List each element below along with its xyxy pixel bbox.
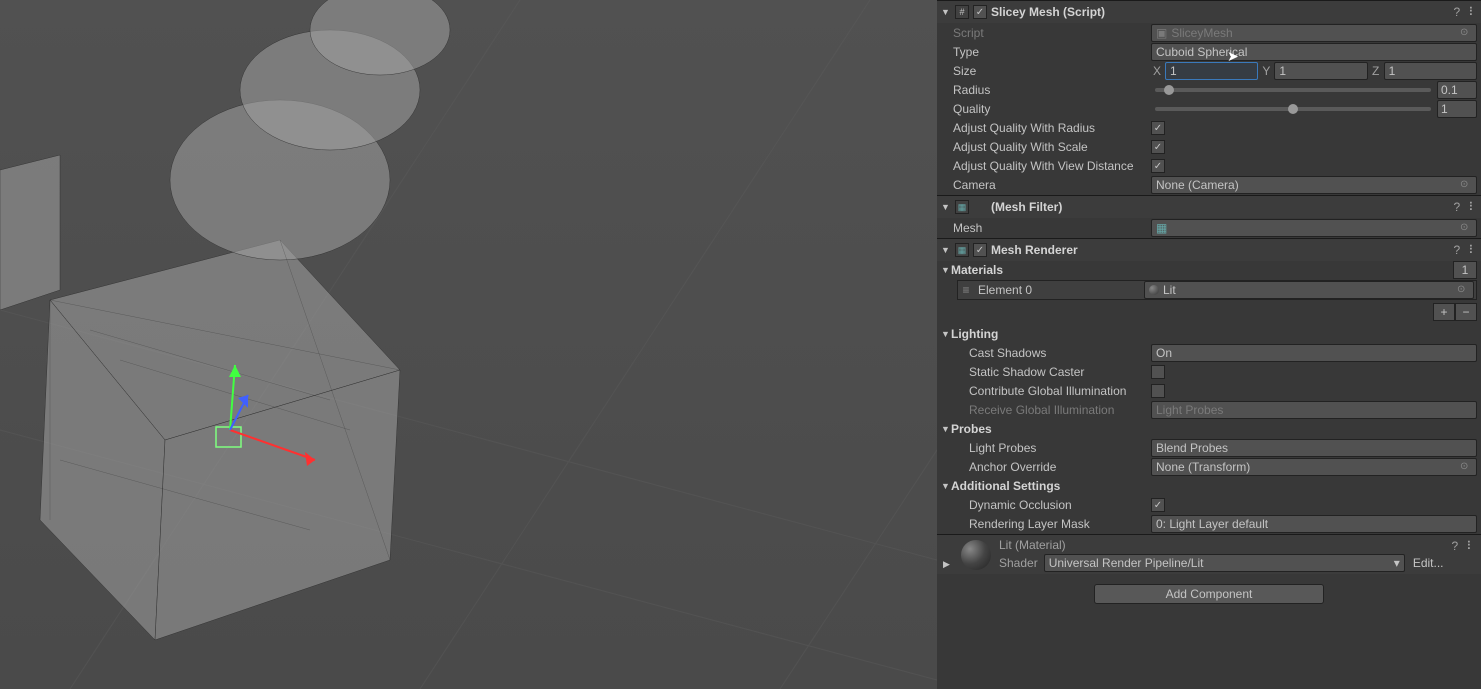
- size-z-field[interactable]: 1: [1384, 62, 1477, 80]
- object-picker-icon[interactable]: ⊙: [1460, 461, 1474, 475]
- anchor-label[interactable]: Anchor Override: [951, 460, 1151, 474]
- help-icon[interactable]: ?: [1454, 200, 1461, 214]
- script-label: Script: [951, 26, 1151, 40]
- material-header: ▶ Lit (Material) Shader Universal Render…: [937, 534, 1481, 574]
- component-title: Slicey Mesh (Script): [991, 5, 1450, 19]
- dyn-occlusion-checkbox[interactable]: ✓: [1151, 498, 1165, 512]
- object-picker-icon[interactable]: ⊙: [1457, 284, 1471, 298]
- receive-gi-dropdown: Light Probes: [1151, 401, 1477, 419]
- foldout-toggle-icon[interactable]: ▶: [943, 559, 953, 570]
- edit-button[interactable]: Edit...: [1413, 556, 1444, 570]
- light-probes-dropdown[interactable]: Blend Probes: [1151, 439, 1477, 457]
- adj-radius-label[interactable]: Adjust Quality With Radius: [951, 121, 1151, 135]
- contribute-gi-checkbox[interactable]: [1151, 384, 1165, 398]
- camera-field[interactable]: None (Camera)⊙: [1151, 176, 1477, 194]
- x-label[interactable]: X: [1151, 64, 1163, 78]
- contrib-gi-label[interactable]: Contribute Global Illumination: [951, 384, 1151, 398]
- preset-icon[interactable]: ⠇: [1468, 5, 1477, 19]
- adj-scale-checkbox[interactable]: ✓: [1151, 140, 1165, 154]
- materials-count[interactable]: 1: [1453, 261, 1477, 279]
- foldout-toggle-icon[interactable]: ▼: [941, 202, 951, 212]
- help-icon[interactable]: ?: [1452, 539, 1459, 553]
- shader-dropdown[interactable]: Universal Render Pipeline/Lit▾: [1044, 554, 1405, 572]
- anchor-field[interactable]: None (Transform)⊙: [1151, 458, 1477, 476]
- static-shadow-checkbox[interactable]: [1151, 365, 1165, 379]
- preset-icon[interactable]: ⠇: [1466, 539, 1475, 553]
- size-x-field[interactable]: 1: [1165, 62, 1258, 80]
- component-title: (Mesh Filter): [991, 200, 1450, 214]
- size-y-field[interactable]: 1: [1274, 62, 1367, 80]
- mesh-field[interactable]: ▦⊙: [1151, 219, 1477, 237]
- adj-radius-checkbox[interactable]: ✓: [1151, 121, 1165, 135]
- foldout-toggle-icon[interactable]: ▼: [941, 265, 951, 275]
- material-field[interactable]: Lit ⊙: [1144, 281, 1474, 299]
- adj-view-checkbox[interactable]: ✓: [1151, 159, 1165, 173]
- help-icon[interactable]: ?: [1454, 5, 1461, 19]
- enable-checkbox[interactable]: ✓: [973, 243, 987, 257]
- object-picker-icon[interactable]: ⊙: [1460, 179, 1474, 193]
- remove-material-button[interactable]: −: [1455, 303, 1477, 321]
- preset-icon[interactable]: ⠇: [1468, 200, 1477, 214]
- radius-slider[interactable]: [1155, 88, 1431, 92]
- render-layer-label[interactable]: Rendering Layer Mask: [951, 517, 1151, 531]
- additional-settings-header[interactable]: Additional Settings: [951, 479, 1060, 493]
- inspector-panel: ➤ ▼ # ✓ Slicey Mesh (Script) ? ⠇ Script …: [937, 0, 1481, 689]
- material-preview-icon: [1149, 285, 1159, 295]
- y-label[interactable]: Y: [1260, 64, 1272, 78]
- radius-label[interactable]: Radius: [951, 83, 1151, 97]
- materials-header[interactable]: Materials: [951, 263, 1003, 277]
- shader-label: Shader: [999, 556, 1038, 570]
- material-title: Lit (Material): [999, 538, 1444, 552]
- enable-checkbox[interactable]: ✓: [973, 5, 987, 19]
- component-mesh-renderer: ▼ ▦ ✓ Mesh Renderer ? ⠇ ▼ Materials 1 ≡ …: [937, 238, 1481, 533]
- drag-handle-icon[interactable]: ≡: [958, 283, 974, 297]
- size-label[interactable]: Size: [951, 64, 1151, 78]
- help-icon[interactable]: ?: [1454, 243, 1461, 257]
- render-layer-dropdown[interactable]: 0: Light Layer default: [1151, 515, 1477, 533]
- quality-value[interactable]: 1: [1437, 100, 1477, 118]
- probes-header[interactable]: Probes: [951, 422, 992, 436]
- camera-label[interactable]: Camera: [951, 178, 1151, 192]
- object-picker-icon[interactable]: ⊙: [1460, 222, 1474, 236]
- quality-slider[interactable]: [1155, 107, 1431, 111]
- foldout-toggle-icon[interactable]: ▼: [941, 7, 951, 17]
- adj-view-label[interactable]: Adjust Quality With View Distance: [951, 159, 1151, 173]
- foldout-toggle-icon[interactable]: ▼: [941, 329, 951, 339]
- type-label[interactable]: Type: [951, 45, 1151, 59]
- z-label[interactable]: Z: [1370, 64, 1382, 78]
- type-dropdown[interactable]: Cuboid Spherical: [1151, 43, 1477, 61]
- element-label: Element 0: [974, 283, 1144, 297]
- mesh-renderer-icon: ▦: [955, 243, 969, 257]
- light-probes-label[interactable]: Light Probes: [951, 441, 1151, 455]
- static-shadow-label[interactable]: Static Shadow Caster: [951, 365, 1151, 379]
- add-component-button[interactable]: Add Component: [1094, 584, 1324, 604]
- quality-label[interactable]: Quality: [951, 102, 1151, 116]
- script-icon: #: [955, 5, 969, 19]
- material-sphere-icon: [961, 540, 991, 570]
- mesh-label[interactable]: Mesh: [951, 221, 1151, 235]
- component-slicey-mesh: ▼ # ✓ Slicey Mesh (Script) ? ⠇ Script ▣S…: [937, 0, 1481, 194]
- lighting-header[interactable]: Lighting: [951, 327, 998, 341]
- scene-viewport[interactable]: [0, 0, 937, 689]
- preset-icon[interactable]: ⠇: [1468, 243, 1477, 257]
- adj-scale-label[interactable]: Adjust Quality With Scale: [951, 140, 1151, 154]
- add-material-button[interactable]: +: [1433, 303, 1455, 321]
- material-element-row: ≡ Element 0 Lit ⊙: [957, 280, 1477, 300]
- foldout-toggle-icon[interactable]: ▼: [941, 245, 951, 255]
- foldout-toggle-icon[interactable]: ▼: [941, 424, 951, 434]
- object-picker-icon: ⊙: [1460, 27, 1474, 41]
- cast-shadows-dropdown[interactable]: On: [1151, 344, 1477, 362]
- radius-value[interactable]: 0.1: [1437, 81, 1477, 99]
- cast-shadows-label[interactable]: Cast Shadows: [951, 346, 1151, 360]
- script-field: ▣SliceyMesh⊙: [1151, 24, 1477, 42]
- dyn-occlusion-label[interactable]: Dynamic Occlusion: [951, 498, 1151, 512]
- mesh-filter-icon: ▦: [955, 200, 969, 214]
- foldout-toggle-icon[interactable]: ▼: [941, 481, 951, 491]
- dropdown-arrow-icon: ▾: [1394, 556, 1400, 570]
- receive-gi-label: Receive Global Illumination: [951, 403, 1151, 417]
- component-mesh-filter: ▼ ▦ (Mesh Filter) ? ⠇ Mesh ▦⊙: [937, 195, 1481, 237]
- component-title: Mesh Renderer: [991, 243, 1450, 257]
